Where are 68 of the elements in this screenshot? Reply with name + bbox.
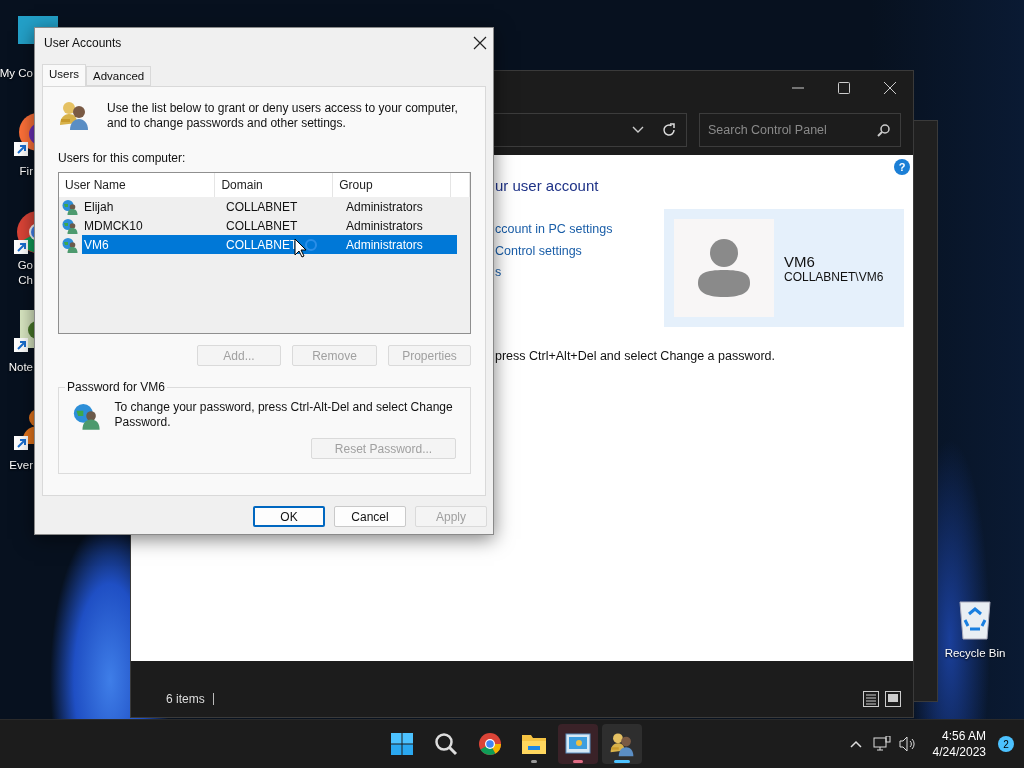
group-title: Password for VM6 [66,380,167,394]
network-icon[interactable] [872,736,891,752]
page-heading: ur user account [495,176,600,196]
close-icon[interactable] [473,36,487,50]
table-cell-text: COLLABNET [225,237,298,252]
table-cell-text: COLLABNET [225,199,298,214]
details-view-icon[interactable] [863,691,879,707]
user-row-icon [62,217,78,234]
dialog-button[interactable]: Cancel [334,506,406,527]
tab[interactable]: Users [42,64,87,86]
user-row[interactable]: Elijah COLLABNET Administrators [82,197,457,216]
taskbar-app-button[interactable] [602,724,642,764]
taskbar-app-button[interactable] [558,724,598,764]
settings-link[interactable]: Control settings [495,240,582,262]
thumbnail-view-icon[interactable] [885,691,901,707]
password-hint: To change your password, press Ctrl-Alt-Del and select Change Password. [114,400,454,431]
chevron-up-icon[interactable] [849,740,862,748]
table-cell-text: COLLABNET [225,218,298,233]
folder-icon [521,732,547,756]
settings-link[interactable]: ccount in PC settings [495,219,613,241]
notification-badge[interactable]: 2 [998,736,1014,752]
column-header[interactable]: User Name [59,173,216,197]
desktop-icon-label: Recycle Bin [944,646,1006,661]
table-cell-text: Administrators [345,199,423,214]
search-icon [877,123,890,137]
desktop-icon-label: Fir [19,164,34,179]
user-row[interactable]: MDMCK10 COLLABNET Administrators [82,216,457,235]
maximize-icon[interactable] [838,82,850,94]
users-icon [609,731,635,757]
windows-logo-icon [390,732,414,756]
column-header[interactable]: Group [333,173,452,197]
avatar-icon [698,239,750,297]
table-cell-text: Administrators [345,218,423,233]
list-label: Users for this computer: [58,151,187,165]
clock-time[interactable]: 4:56 AM [941,728,986,744]
chrome-icon [478,732,502,756]
column-header[interactable]: Domain [215,173,334,197]
user-row-icon [62,198,78,215]
chevron-down-icon [632,126,644,134]
tab[interactable]: Advanced [86,66,152,86]
busy-cursor-icon [294,238,318,260]
password-note: press Ctrl+Alt+Del and select Change a password. [495,349,776,363]
clock-date[interactable]: 4/24/2023 [932,744,986,760]
desktop-icon-label: Ch [18,273,34,288]
user-name: VM6 [784,252,816,270]
user-row-icon [62,236,78,253]
table-cell-text: MDMCK10 [83,218,143,233]
description: Use the list below to grant or deny users access to your computer, and to change passwords and other settings. [107,100,459,131]
search-icon [434,732,458,756]
user-account: COLLABNET\VM6 [784,269,884,284]
settings-link[interactable]: s [495,262,502,284]
item-count: 6 items [166,693,214,705]
help-button[interactable]: ? [894,159,910,175]
refresh-icon [662,123,676,137]
desktop-icon-label: Go [17,258,34,273]
desktop-icon-label: Note [8,360,34,375]
search-field[interactable]: Search Control Panel [699,113,901,147]
desktop-icon-label: My Co [0,66,34,81]
users-icon [58,99,90,131]
window-title: User Accounts [44,36,122,50]
user-row[interactable]: VM6 COLLABNET Administrators [82,235,457,254]
table-cell-text: Elijah [83,199,114,214]
table-cell-text: VM6 [83,237,109,252]
desktop-icon-label: Ever [9,458,34,473]
dialog-button[interactable]: OK [253,506,325,527]
table-cell-text: Administrators [345,237,423,252]
volume-icon[interactable] [898,736,917,752]
control-panel-icon [565,732,591,756]
